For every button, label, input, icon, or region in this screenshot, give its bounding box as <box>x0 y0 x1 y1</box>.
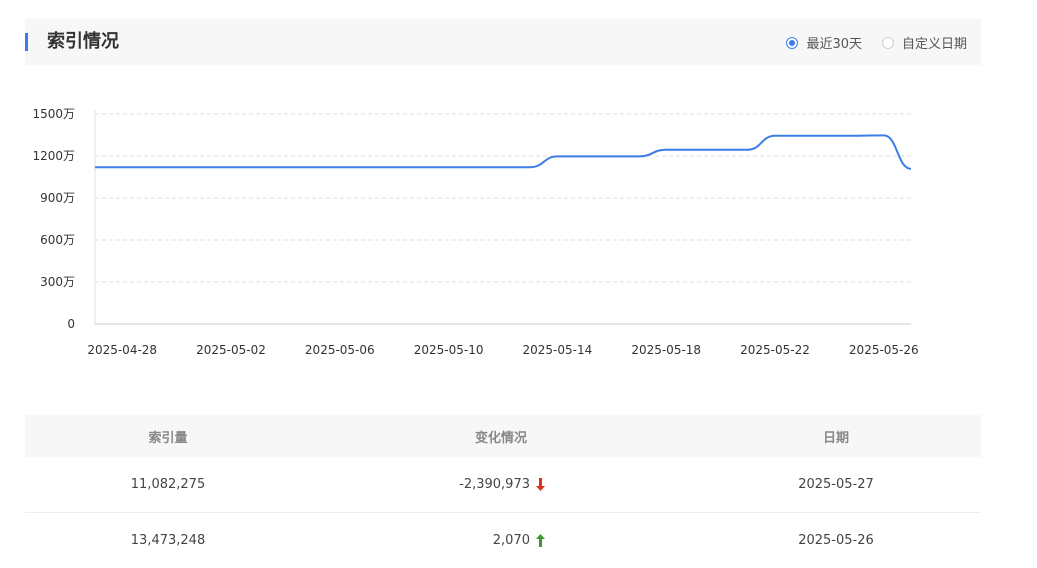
table-row: 13,473,248 2,070 2025-05-26 <box>25 513 981 568</box>
cell-index: 11,082,275 <box>130 477 206 492</box>
table-row: 11,082,275 -2,390,973 2025-05-27 <box>25 457 981 513</box>
series-line <box>95 134 912 170</box>
arrow-up-icon <box>536 534 545 547</box>
radio-checked-icon[interactable] <box>786 36 799 49</box>
cell-change: 2,070 <box>311 533 691 548</box>
cell-date: 2025-05-26 <box>798 533 874 548</box>
x-tick-label: 2025-04-28 <box>87 343 157 357</box>
index-table: 索引量 变化情况 日期 11,082,275 -2,390,973 2025-0… <box>25 415 981 568</box>
range-option-last-30-days[interactable]: 最近30天 <box>786 33 862 52</box>
y-tick-label: 900万 <box>40 191 75 205</box>
radio-unchecked-icon[interactable] <box>881 36 894 49</box>
cell-change: -2,390,973 <box>311 477 691 492</box>
range-option-custom-date[interactable]: 自定义日期 <box>881 33 967 52</box>
y-tick-label: 0 <box>67 317 75 331</box>
table-header: 索引量 变化情况 日期 <box>25 415 981 457</box>
header-date: 日期 <box>822 430 849 446</box>
header-index: 索引量 <box>148 430 188 446</box>
y-tick-label: 600万 <box>40 233 75 247</box>
header-change: 变化情况 <box>474 430 527 446</box>
change-value: 2,070 <box>492 533 530 548</box>
y-tick-label: 300万 <box>40 275 75 289</box>
panel-title: 索引情况 <box>47 31 119 52</box>
panel-header: 索引情况 最近30天 自定义日期 <box>25 19 981 65</box>
range-option-label[interactable]: 自定义日期 <box>902 33 967 52</box>
change-value: -2,390,973 <box>459 477 530 492</box>
x-tick-label: 2025-05-10 <box>414 343 484 357</box>
index-line-chart: 0 300万 600万 900万 1200万 1500万 2025-04-28 2025-05… <box>32 107 919 357</box>
title-accent-bar <box>25 33 28 51</box>
y-tick-label: 1500万 <box>32 107 75 121</box>
x-tick-label: 2025-05-18 <box>631 343 701 357</box>
y-tick-label: 1200万 <box>32 149 75 163</box>
x-tick-label: 2025-05-26 <box>849 343 919 357</box>
cell-date: 2025-05-27 <box>798 477 874 492</box>
range-option-label[interactable]: 最近30天 <box>806 33 862 52</box>
x-tick-label: 2025-05-06 <box>305 343 375 357</box>
x-tick-label: 2025-05-14 <box>523 343 593 357</box>
x-tick-label: 2025-05-22 <box>740 343 810 357</box>
x-tick-label: 2025-05-02 <box>196 343 266 357</box>
cell-index: 13,473,248 <box>130 533 206 548</box>
arrow-down-icon <box>536 478 545 491</box>
date-range-selector: 最近30天 自定义日期 <box>766 33 967 52</box>
